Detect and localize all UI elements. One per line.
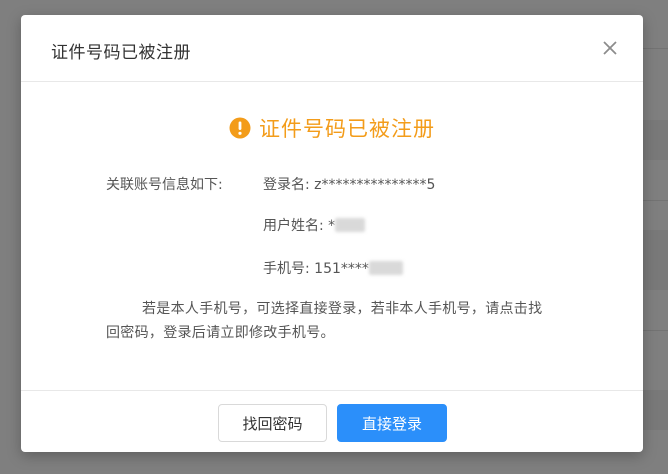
user-name-value: * <box>328 218 336 234</box>
close-icon[interactable] <box>599 37 621 59</box>
headline-text: 证件号码已被注册 <box>259 117 435 141</box>
warning-circle-icon <box>229 117 251 139</box>
login-name-label: 登录名: <box>263 177 310 193</box>
registration-conflict-dialog: 证件号码已被注册 证件号码已被注册 关联账号信息如下: 登录名: z******… <box>21 15 643 452</box>
dialog-title: 证件号码已被注册 <box>51 43 191 63</box>
dialog-footer: 找回密码 直接登录 <box>21 390 643 453</box>
redacted-mask <box>368 261 403 275</box>
user-name-line: 用户姓名: * <box>263 215 366 235</box>
redacted-mask <box>335 218 366 232</box>
user-name-label: 用户姓名: <box>263 218 324 234</box>
phone-label: 手机号: <box>263 261 310 277</box>
login-name-line: 登录名: z***************5 <box>263 174 435 194</box>
dialog-header: 证件号码已被注册 <box>21 15 643 82</box>
account-info-label: 关联账号信息如下: <box>106 177 223 193</box>
recover-password-button[interactable]: 找回密码 <box>218 404 327 442</box>
phone-value: 151**** <box>314 261 369 277</box>
notice-text: 若是本人手机号，可选择直接登录，若非本人手机号，请点击找回密码，登录后请立即修改… <box>106 301 543 341</box>
warning-headline: 证件号码已被注册 <box>21 113 643 143</box>
phone-line: 手机号: 151**** <box>263 258 403 278</box>
login-name-value: z***************5 <box>314 177 436 193</box>
direct-login-button[interactable]: 直接登录 <box>337 404 447 442</box>
